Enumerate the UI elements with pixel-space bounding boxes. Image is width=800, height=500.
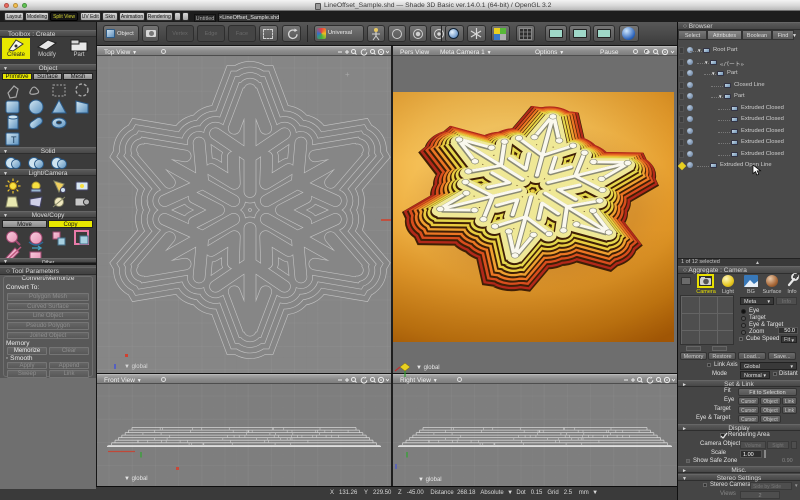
svg-text:T: T: [11, 135, 17, 145]
